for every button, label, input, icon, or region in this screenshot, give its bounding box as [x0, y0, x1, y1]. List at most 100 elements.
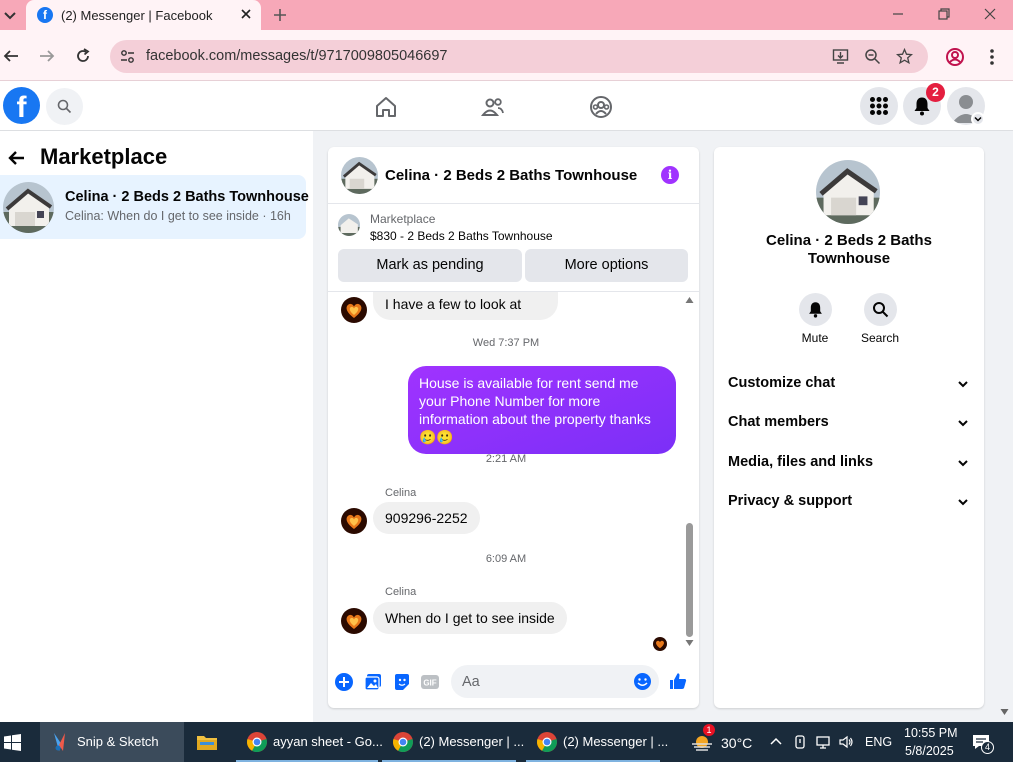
- message-list[interactable]: I have a few to look at Wed 7:37 PM Hous…: [328, 292, 699, 655]
- notification-count-badge: 4: [981, 741, 994, 754]
- taskbar-file-explorer[interactable]: [186, 722, 230, 762]
- conversation-list-item[interactable]: Celina · 2 Beds 2 Baths Townhouse Celina…: [0, 175, 309, 239]
- browser-menu-icon[interactable]: [982, 47, 1002, 67]
- tab-close-icon[interactable]: [239, 7, 253, 21]
- taskbar-label: Snip & Sketch: [77, 734, 159, 749]
- house-photo-icon: [341, 157, 378, 194]
- listing-price-title[interactable]: $830 - 2 Beds 2 Baths Townhouse: [370, 229, 553, 243]
- friends-icon[interactable]: [481, 95, 505, 119]
- conversation-title[interactable]: Celina · 2 Beds 2 Baths Townhouse: [385, 167, 637, 184]
- marketplace-inbox-panel: Marketplace Celina · 2 Beds 2 Baths Town…: [0, 131, 313, 722]
- taskbar-label: (2) Messenger | ...: [563, 734, 669, 749]
- message-timestamp: 2:21 AM: [485, 453, 527, 465]
- message-bubble-incoming: When do I get to see inside: [373, 602, 567, 634]
- mute-action[interactable]: Mute: [785, 293, 845, 345]
- search-in-conversation-button[interactable]: [863, 293, 897, 326]
- profile-account-icon[interactable]: [945, 47, 965, 67]
- message-input-placeholder: Aa: [462, 674, 480, 690]
- home-icon[interactable]: [374, 95, 398, 119]
- page-scroll-down-icon[interactable]: [1000, 708, 1009, 716]
- mute-button[interactable]: [798, 293, 832, 326]
- media-files-links-section[interactable]: Media, files and links: [728, 452, 970, 474]
- emoji-icon[interactable]: [633, 672, 652, 691]
- url-text[interactable]: facebook.com/messages/t/9717009805046697: [146, 48, 448, 64]
- zoom-icon[interactable]: [864, 48, 881, 65]
- facebook-search-button[interactable]: [46, 88, 83, 125]
- message-timestamp: Wed 7:37 PM: [472, 337, 540, 349]
- account-caret[interactable]: [971, 112, 985, 126]
- plus-circle-icon[interactable]: [334, 672, 354, 692]
- install-app-icon[interactable]: [832, 48, 849, 65]
- chevron-down-icon: [974, 116, 982, 122]
- facebook-logo[interactable]: f: [3, 87, 40, 124]
- bookmark-star-icon[interactable]: [896, 48, 913, 65]
- heart-avatar-icon: [341, 297, 367, 323]
- more-options-button[interactable]: More options: [525, 249, 688, 282]
- minimize-icon[interactable]: [890, 6, 906, 22]
- taskbar-chrome-messenger-2[interactable]: (2) Messenger | ...: [526, 722, 668, 762]
- back-arrow-icon[interactable]: [7, 148, 27, 168]
- mark-as-pending-button[interactable]: Mark as pending: [338, 249, 522, 282]
- bell-icon: [808, 302, 822, 318]
- weather-temperature[interactable]: 30°C: [721, 735, 752, 751]
- heart-avatar-icon: [653, 637, 667, 651]
- chat-members-section[interactable]: Chat members: [728, 412, 970, 434]
- chevron-down-icon: [958, 381, 968, 388]
- chevron-up-icon[interactable]: [768, 734, 784, 750]
- taskbar-label: ayyan sheet - Go...: [273, 734, 383, 749]
- message-bubble-outgoing: House is available for rent send me your…: [408, 366, 676, 454]
- restore-icon[interactable]: [936, 6, 952, 22]
- gif-icon[interactable]: GIF: [420, 672, 440, 692]
- back-icon[interactable]: [2, 47, 20, 65]
- weather-alert-badge: 1: [703, 724, 715, 736]
- message-composer: GIF Aa: [328, 655, 699, 708]
- search-icon: [872, 302, 888, 318]
- inbox-section-title: Marketplace: [40, 144, 168, 169]
- message-scrollbar[interactable]: [686, 523, 693, 637]
- reload-icon[interactable]: [74, 47, 92, 65]
- new-tab-icon[interactable]: [271, 6, 289, 24]
- groups-icon[interactable]: [589, 95, 613, 119]
- input-language[interactable]: ENG: [865, 735, 892, 749]
- browser-tab-messenger[interactable]: f (2) Messenger | Facebook: [26, 0, 261, 30]
- message-input[interactable]: Aa: [451, 665, 659, 698]
- listing-thumbnail[interactable]: [338, 214, 360, 236]
- conversation-profile-photo[interactable]: [816, 160, 880, 224]
- taskbar-snip-sketch[interactable]: Snip & Sketch: [40, 722, 184, 762]
- message-timestamp: 6:09 AM: [485, 553, 527, 565]
- privacy-support-section[interactable]: Privacy & support: [728, 491, 970, 513]
- tray-device-icon[interactable]: [792, 734, 808, 750]
- clock-time[interactable]: 10:55 PM: [904, 726, 958, 740]
- folder-icon: [197, 736, 217, 750]
- menu-grid-button[interactable]: [860, 87, 898, 125]
- listing-source-label: Marketplace: [370, 212, 436, 226]
- site-info-icon[interactable]: [119, 48, 136, 65]
- forward-icon[interactable]: [38, 47, 56, 65]
- sticker-icon[interactable]: [392, 672, 412, 692]
- windows-taskbar: Snip & Sketch ayyan sheet - Go... (2) Me…: [0, 722, 1013, 762]
- thumbs-up-icon[interactable]: [668, 671, 688, 691]
- windows-start-icon[interactable]: [4, 734, 21, 751]
- conversation-info-icon[interactable]: i: [661, 166, 679, 184]
- tab-title: (2) Messenger | Facebook: [61, 8, 213, 23]
- sender-name: Celina: [385, 586, 417, 598]
- network-icon[interactable]: [815, 734, 831, 750]
- photo-attach-icon[interactable]: [363, 672, 383, 692]
- thread-name: Celina · 2 Beds 2 Baths Townhouse: [65, 189, 309, 205]
- customize-chat-section[interactable]: Customize chat: [728, 373, 970, 395]
- scroll-down-icon[interactable]: [685, 639, 694, 647]
- taskbar-chrome-messenger-1[interactable]: (2) Messenger | ...: [382, 722, 524, 762]
- mute-label: Mute: [801, 331, 829, 345]
- address-bar[interactable]: facebook.com/messages/t/9717009805046697: [110, 40, 928, 73]
- conversation-avatar[interactable]: [341, 157, 378, 194]
- clock-date[interactable]: 5/8/2025: [905, 744, 954, 758]
- tab-search-dropdown-icon[interactable]: [2, 6, 18, 24]
- thread-avatar: [3, 182, 54, 233]
- chevron-down-icon: [958, 499, 968, 506]
- browser-tab-strip: f (2) Messenger | Facebook: [0, 0, 1013, 30]
- volume-icon[interactable]: [838, 734, 854, 750]
- scroll-up-icon[interactable]: [685, 296, 694, 304]
- search-action[interactable]: Search: [850, 293, 910, 345]
- taskbar-chrome-sheet[interactable]: ayyan sheet - Go...: [236, 722, 383, 762]
- close-window-icon[interactable]: [982, 6, 998, 22]
